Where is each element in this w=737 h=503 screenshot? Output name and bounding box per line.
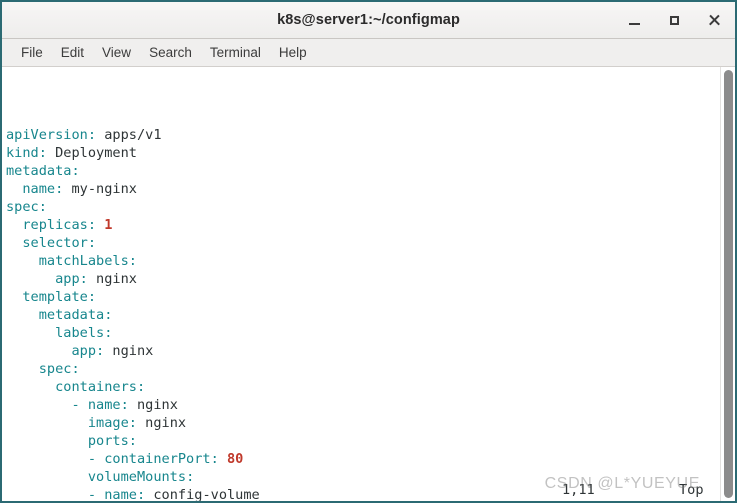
editor-line: app: nginx <box>55 271 137 287</box>
editor-line: spec: <box>6 199 47 215</box>
editor-line: spec: <box>38 361 80 377</box>
editor-line: - containerPort: 80 <box>6 451 244 467</box>
editor-line: - name: config-volume <box>6 487 260 501</box>
close-icon <box>708 14 720 26</box>
terminal-window: k8s@server1:~/configmap File Edit View S… <box>0 0 737 503</box>
vertical-scrollbar[interactable] <box>720 67 735 501</box>
editor-line: selector: <box>22 235 97 251</box>
menu-item-file[interactable]: File <box>12 42 52 63</box>
menu-item-view[interactable]: View <box>93 42 140 63</box>
editor-line: app: nginx <box>71 343 154 359</box>
maximize-button[interactable] <box>661 7 687 33</box>
editor-line: metadata: <box>38 307 113 323</box>
editor-line: - name: nginx <box>6 397 178 413</box>
editor-line: containers: <box>55 379 146 395</box>
window-controls <box>621 2 727 38</box>
title-bar[interactable]: k8s@server1:~/configmap <box>2 2 735 39</box>
window-title: k8s@server1:~/configmap <box>277 12 460 28</box>
close-button[interactable] <box>701 7 727 33</box>
maximize-icon <box>669 15 679 25</box>
editor-line: apiVersion: apps/v1 <box>6 127 162 143</box>
menu-bar: File Edit View Search Terminal Help <box>2 39 735 67</box>
editor-line: volumeMounts: <box>87 469 195 485</box>
terminal-body: apiVersion: apps/v1 kind: Deployment metad… <box>2 67 735 501</box>
editor-line: kind: Deployment <box>6 145 137 161</box>
menu-item-help[interactable]: Help <box>270 42 316 63</box>
editor-text-area[interactable]: apiVersion: apps/v1 kind: Deployment metad… <box>2 67 720 501</box>
editor-line: template: <box>22 289 97 305</box>
editor-line: image: nginx <box>87 415 187 431</box>
editor-line: name: my-nginx <box>22 181 137 197</box>
minimize-button[interactable] <box>621 7 647 33</box>
editor-line: labels: <box>55 325 113 341</box>
editor-line: metadata: <box>6 163 80 179</box>
menu-item-terminal[interactable]: Terminal <box>201 42 270 63</box>
editor-line: matchLabels: <box>38 253 137 269</box>
editor-line: replicas: 1 <box>22 217 113 233</box>
editor-line: ports: <box>87 433 137 449</box>
minimize-icon <box>628 23 640 25</box>
menu-item-edit[interactable]: Edit <box>52 42 93 63</box>
scrollbar-thumb[interactable] <box>724 70 733 498</box>
menu-item-search[interactable]: Search <box>140 42 201 63</box>
